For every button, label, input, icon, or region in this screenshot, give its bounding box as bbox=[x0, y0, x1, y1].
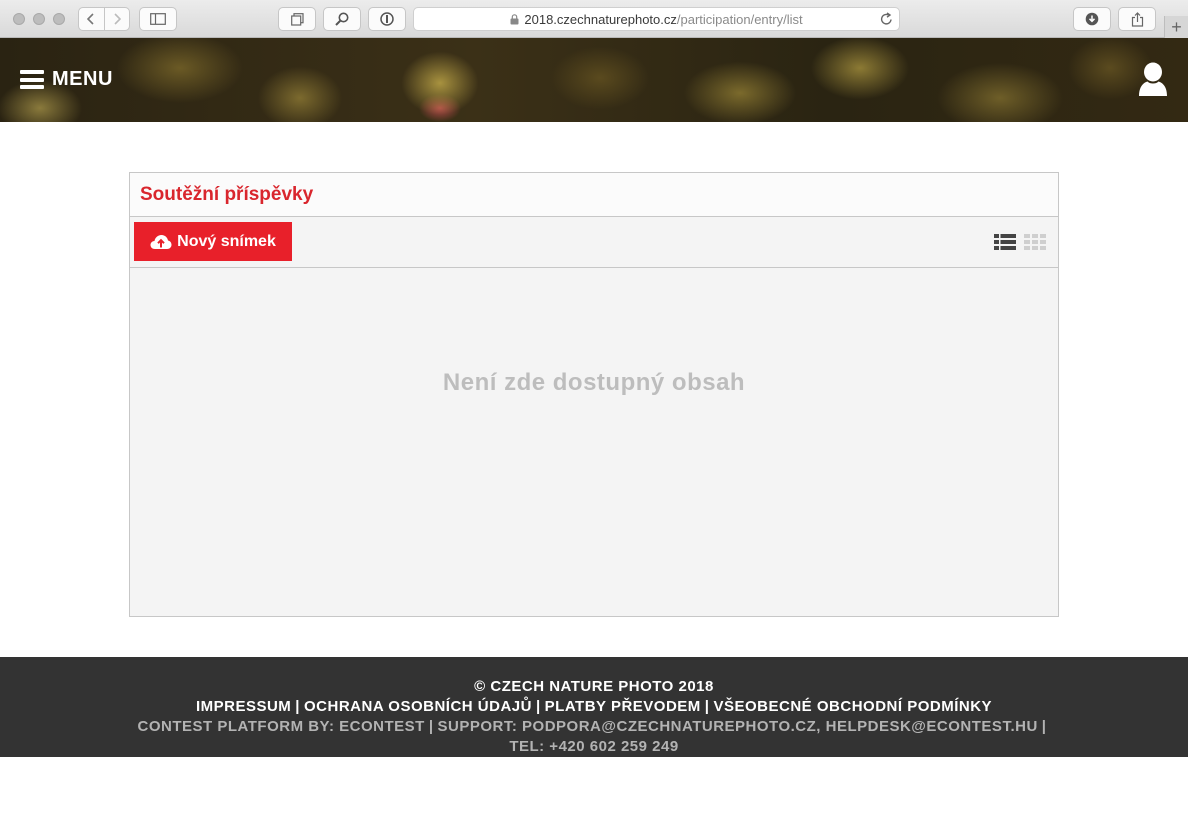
list-view-icon[interactable] bbox=[994, 234, 1016, 250]
password-button[interactable] bbox=[368, 7, 406, 31]
panel-toolbar: Nový snímek bbox=[130, 218, 1058, 268]
sidebar-icon bbox=[150, 13, 166, 25]
key-icon bbox=[380, 12, 394, 26]
search-icon bbox=[335, 12, 349, 26]
entries-panel: Soutěžní příspěvky Nový snímek Není zde … bbox=[129, 172, 1059, 617]
forward-button[interactable] bbox=[103, 8, 130, 30]
menu-button[interactable]: MENU bbox=[20, 68, 113, 91]
tabs-icon bbox=[290, 12, 304, 26]
back-button[interactable] bbox=[79, 8, 104, 30]
platform-prefix: CONTEST PLATFORM BY: bbox=[137, 718, 335, 735]
window-zoom-button[interactable] bbox=[53, 13, 65, 25]
cloud-upload-icon bbox=[150, 234, 172, 249]
new-photo-button[interactable]: Nový snímek bbox=[134, 222, 292, 261]
header-banner: MENU bbox=[0, 38, 1188, 122]
footer-support: CONTEST PLATFORM BY: ECONTEST | SUPPORT: P… bbox=[137, 718, 1047, 735]
url-path: /participation/entry/list bbox=[676, 11, 803, 27]
footer-link-impressum[interactable]: IMPRESSUM bbox=[196, 698, 291, 715]
footer-link-terms[interactable]: VŠEOBECNÉ OBCHODNÍ PODMÍNKY bbox=[714, 698, 993, 715]
helpdesk-email-link[interactable]: HELPDESK@ECONTEST.HU bbox=[826, 718, 1038, 735]
site-footer: © CZECH NATURE PHOTO 2018 IMPRESSUM | OCHR… bbox=[0, 657, 1188, 757]
support-email-link[interactable]: PODPORA@CZECHNATUREPHOTO.CZ, bbox=[522, 718, 821, 735]
address-bar[interactable]: 2018.czechnaturephoto.cz/participation/e… bbox=[413, 7, 900, 31]
footer-link-bank-transfer[interactable]: PLATBY PŘEVODEM bbox=[545, 698, 701, 715]
download-icon bbox=[1085, 12, 1099, 26]
empty-state-message: Není zde dostupný obsah bbox=[442, 369, 746, 396]
menu-label: MENU bbox=[52, 68, 113, 90]
browser-toolbar: 2018.czechnaturephoto.cz/participation/e… bbox=[0, 0, 1188, 38]
chevron-left-icon bbox=[87, 13, 94, 25]
user-icon[interactable] bbox=[1138, 62, 1168, 98]
footer-links: IMPRESSUM | OCHRANA OSOBNÍCH ÚDAJŮ | PLATBY … bbox=[195, 698, 993, 715]
panel-header: Soutěžní příspěvky bbox=[130, 173, 1058, 217]
page-title: Soutěžní příspěvky bbox=[140, 183, 314, 205]
new-photo-label: Nový snímek bbox=[177, 232, 276, 250]
window-close-button[interactable] bbox=[13, 13, 25, 25]
footer-copyright: © CZECH NATURE PHOTO 2018 bbox=[474, 678, 714, 695]
footer-link-privacy[interactable]: OCHRANA OSOBNÍCH ÚDAJŮ bbox=[304, 698, 532, 715]
support-prefix: SUPPORT: bbox=[437, 718, 518, 735]
share-icon bbox=[1131, 11, 1143, 27]
history-nav bbox=[78, 7, 130, 31]
tabs-overview-button[interactable] bbox=[278, 7, 316, 31]
chevron-right-icon bbox=[114, 13, 121, 25]
window-minimize-button[interactable] bbox=[33, 13, 45, 25]
grid-view-icon[interactable] bbox=[1024, 234, 1046, 250]
sidebar-button[interactable] bbox=[139, 7, 177, 31]
downloads-button[interactable] bbox=[1073, 7, 1111, 31]
lock-icon bbox=[510, 13, 519, 24]
new-tab-button[interactable]: + bbox=[1164, 16, 1188, 38]
hamburger-icon bbox=[20, 70, 44, 89]
url-domain: 2018.czechnaturephoto.cz bbox=[524, 11, 677, 27]
platform-link[interactable]: ECONTEST bbox=[339, 718, 425, 735]
search-button[interactable] bbox=[323, 7, 361, 31]
share-button[interactable] bbox=[1118, 7, 1156, 31]
footer-phone: TEL: +420 602 259 249 bbox=[509, 738, 679, 755]
reload-icon[interactable] bbox=[880, 12, 893, 26]
